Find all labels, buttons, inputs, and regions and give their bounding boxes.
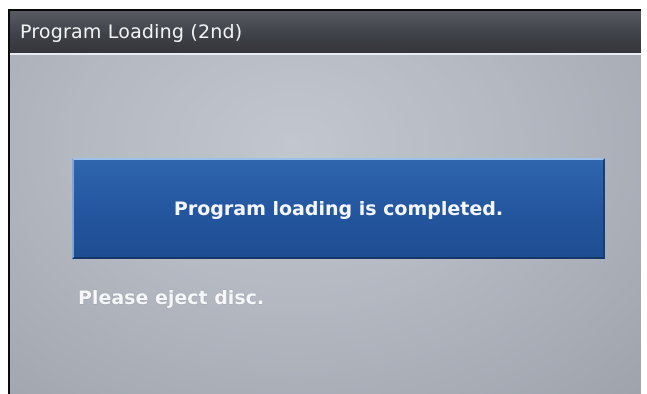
screen-title: Program Loading (2nd) (20, 21, 243, 43)
display-frame: Program Loading (2nd) Program loading is… (8, 9, 641, 394)
status-message-box: Program loading is completed. (72, 158, 605, 259)
status-message: Program loading is completed. (173, 197, 504, 220)
title-bar: Program Loading (2nd) (10, 11, 641, 55)
display-screen: Program Loading (2nd) Program loading is… (10, 11, 641, 394)
eject-instruction: Please eject disc. (78, 287, 265, 309)
